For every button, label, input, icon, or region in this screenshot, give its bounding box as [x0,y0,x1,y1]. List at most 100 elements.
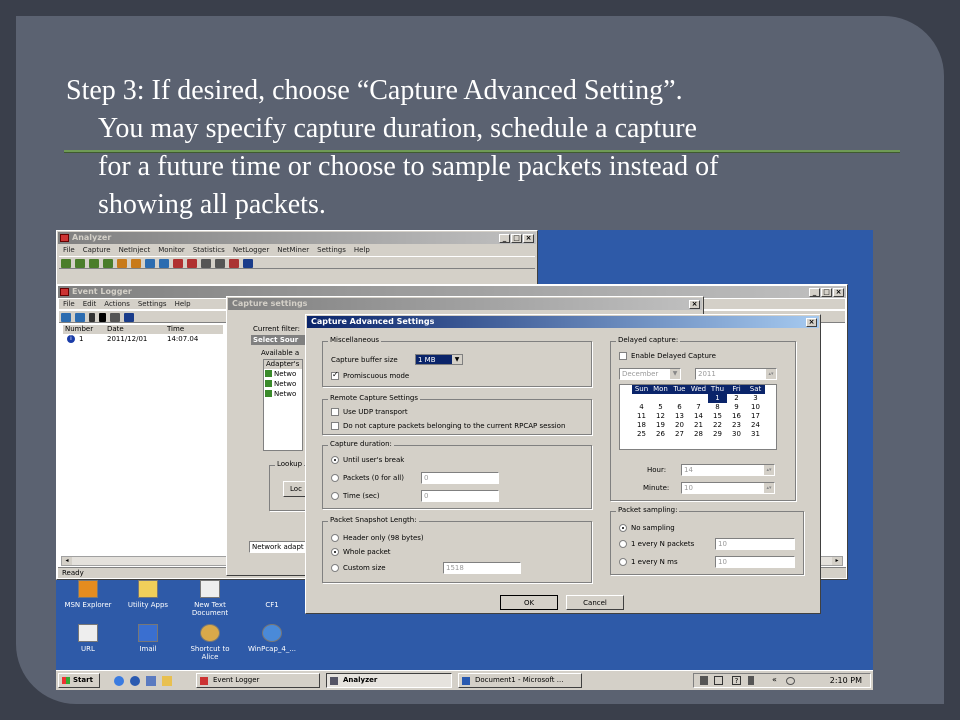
capture-advanced-titlebar[interactable]: Capture Advanced Settings × [307,316,819,328]
desktop-icon-cf1[interactable]: CF1 [244,580,300,609]
menu-statistics[interactable]: Statistics [193,246,225,254]
copy-icon[interactable] [75,313,85,322]
header-only-radio[interactable] [331,534,339,542]
volume-icon[interactable] [786,677,795,685]
calendar-day[interactable]: 17 [746,412,765,421]
help-icon[interactable] [243,259,253,268]
flag-icon[interactable] [748,676,754,685]
whole-packet-radio[interactable] [331,548,339,556]
custom-size-input[interactable]: 1518 [443,562,521,574]
ok-button[interactable]: OK [500,595,558,610]
ie-icon[interactable] [114,676,124,686]
clock[interactable]: 2:10 PM [830,675,862,687]
desktop-icon[interactable] [146,676,156,686]
list-item[interactable]: Netwo [264,369,302,379]
chevron-down-icon[interactable]: ▼ [452,355,462,364]
udp-checkbox[interactable] [331,408,339,416]
close-button[interactable]: × [806,318,817,327]
task-analyzer[interactable]: Analyzer [326,673,452,688]
desktop-icon-text-doc[interactable]: New Text Document [182,580,238,617]
calendar-day[interactable]: 20 [670,421,689,430]
close-button[interactable]: × [833,288,844,297]
until-break-radio[interactable] [331,456,339,464]
capture-icon[interactable] [89,259,99,268]
capture-settings-titlebar[interactable]: Capture settings × [228,298,702,310]
adapter-list[interactable]: Adapter's Netwo Netwo Netwo [263,359,303,451]
calendar-day[interactable]: 6 [670,403,689,412]
packets-input[interactable]: 0 [421,472,499,484]
expand-tray-icon[interactable]: « [772,675,777,684]
calendar-day[interactable]: 27 [670,430,689,439]
calendar-day[interactable]: 9 [727,403,746,412]
month-select[interactable]: December ▼ [619,368,681,380]
analyzer-titlebar[interactable]: Analyzer _ □ × [58,232,536,244]
table-row[interactable]: i 1 2011/12/01 14:07.04 [63,335,223,344]
calendar-day[interactable]: 18 [632,421,651,430]
no-sampling-radio[interactable] [619,524,627,532]
stats-icon[interactable] [173,259,183,268]
start-button[interactable]: Start [58,673,100,688]
calendar-day[interactable]: 8 [708,403,727,412]
tools-icon[interactable] [201,259,211,268]
menu-capture[interactable]: Capture [83,246,111,254]
calendar-day[interactable]: 28 [689,430,708,439]
close-button[interactable]: × [523,234,534,243]
stop-icon[interactable] [99,313,106,322]
calendar-day[interactable]: 25 [632,430,651,439]
menu-actions[interactable]: Actions [104,300,130,308]
desktop-icon-utility[interactable]: Utility Apps [120,580,176,609]
help-icon[interactable] [124,313,134,322]
task-document1[interactable]: Document1 - Microsoft ... [458,673,582,688]
desktop-icon-url[interactable]: URL [60,624,116,653]
chart-icon[interactable] [117,259,127,268]
calendar-day[interactable]: 7 [689,403,708,412]
desktop-icon-alice[interactable]: Shortcut to Alice [182,624,238,661]
menu-settings[interactable]: Settings [317,246,346,254]
calendar-day[interactable]: 24 [746,421,765,430]
filter-icon[interactable] [215,259,225,268]
desktop-icon-imail[interactable]: Imail [120,624,176,653]
calendar-day[interactable] [689,394,708,403]
search-icon[interactable] [229,259,239,268]
calendar-day[interactable]: 4 [632,403,651,412]
open-icon[interactable] [61,259,71,268]
calendar-day[interactable]: 31 [746,430,765,439]
task-event-logger[interactable]: Event Logger [196,673,320,688]
calendar-day[interactable]: 30 [727,430,746,439]
calendar[interactable]: Sun Mon Tue Wed Thu Fri Sat 123 4 5 6 7 8 9 10 11 12 1… [619,384,777,450]
calendar-day[interactable] [632,394,651,403]
network-icon[interactable] [700,676,708,685]
menu-file[interactable]: File [63,300,75,308]
graph-icon[interactable] [187,259,197,268]
minute-spinner[interactable]: 10 ▴▾ [681,482,775,494]
column-date[interactable]: Date [107,325,124,334]
list-item[interactable]: Netwo [264,389,302,399]
promiscuous-checkbox[interactable] [331,370,339,380]
maximize-button[interactable]: □ [511,234,522,243]
calendar-day[interactable]: 5 [651,403,670,412]
chart2-icon[interactable] [131,259,141,268]
year-spinner[interactable]: 2011 ▴▾ [695,368,777,380]
chevron-down-icon[interactable]: ▼ [670,369,680,379]
outlook-icon[interactable] [130,676,140,686]
menu-netminer[interactable]: NetMiner [277,246,309,254]
menu-netinject[interactable]: NetInject [119,246,151,254]
menu-netlogger[interactable]: NetLogger [233,246,269,254]
calendar-day[interactable]: 29 [708,430,727,439]
packets-radio[interactable] [331,474,339,482]
gear-icon[interactable] [159,259,169,268]
checkbox-icon[interactable] [714,676,723,685]
calendar-day[interactable]: 19 [651,421,670,430]
menu-monitor[interactable]: Monitor [158,246,185,254]
spin-icon[interactable]: ▴▾ [764,465,774,475]
folder-icon[interactable] [162,676,172,686]
n-packets-input[interactable]: 10 [715,538,795,550]
n-packets-radio[interactable] [619,540,627,548]
save-icon[interactable] [75,259,85,268]
calendar-day[interactable]: 11 [632,412,651,421]
cancel-button[interactable]: Cancel [566,595,624,610]
n-ms-radio[interactable] [619,558,627,566]
calendar-day[interactable]: 3 [746,394,765,403]
calendar-day[interactable]: 26 [651,430,670,439]
calendar-day[interactable]: 22 [708,421,727,430]
